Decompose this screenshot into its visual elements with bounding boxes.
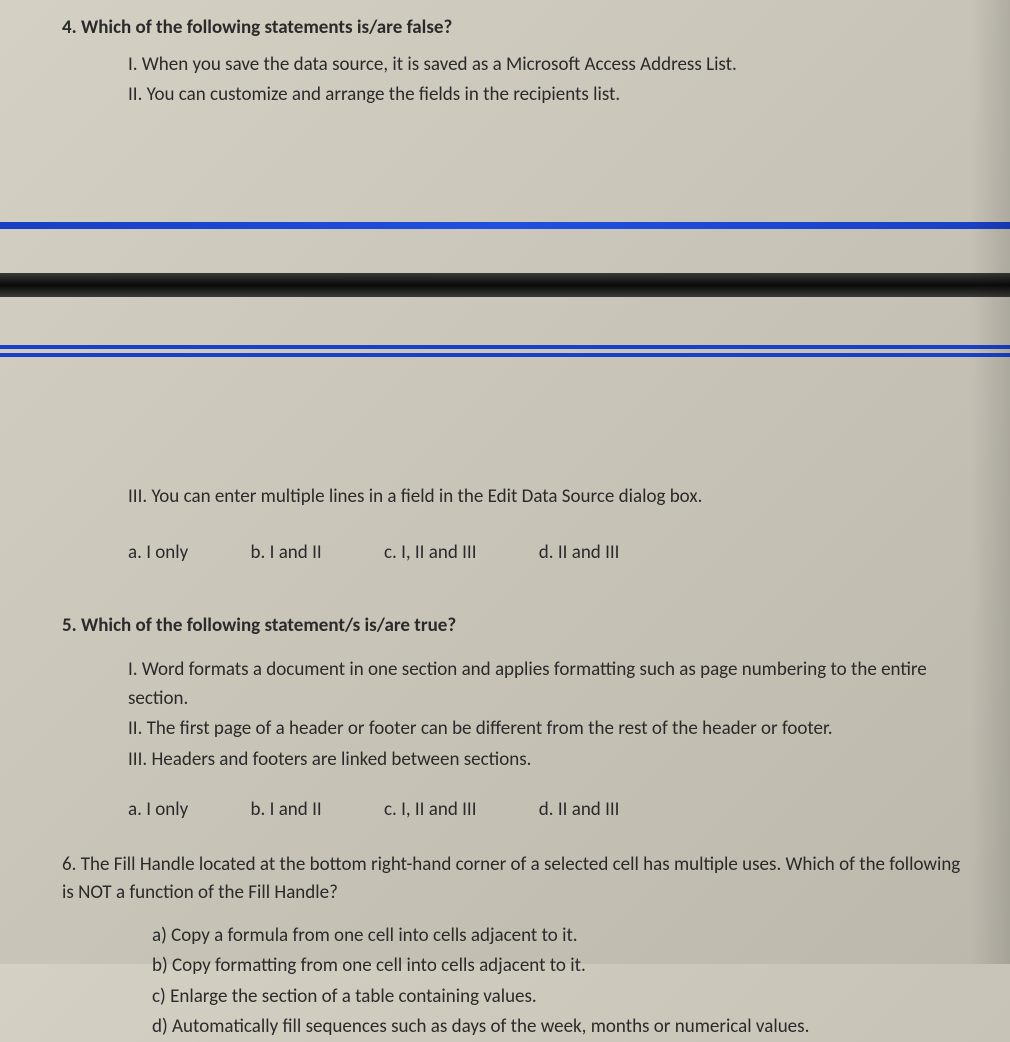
q4-statement-2: II. You can customize and arrange the fi…	[128, 81, 1010, 110]
q5-option-d[interactable]: d. II and III	[539, 796, 620, 825]
question-5-options: a. I only b. I and II c. I, II and III d…	[0, 796, 1010, 825]
q5-statement-3: III. Headers and footers are linked betw…	[128, 746, 980, 775]
divider-black	[0, 273, 1010, 297]
q5-statement-1: I. Word formats a document in one sectio…	[128, 656, 980, 713]
question-5-prompt: 5. Which of the following statement/s is…	[0, 612, 1010, 641]
q5-option-a[interactable]: a. I only	[128, 796, 188, 825]
q6-option-c[interactable]: c) Enlarge the section of a table contai…	[152, 983, 1010, 1012]
q4-statement-3: III. You can enter multiple lines in a f…	[128, 483, 1010, 512]
q5-statement-2: II. The first page of a header or footer…	[128, 715, 980, 744]
q4-option-a[interactable]: a. I only	[128, 539, 188, 568]
divider-blue-top	[0, 222, 1010, 229]
worksheet-page: 4. Which of the following statements is/…	[0, 0, 1010, 1042]
question-4-statements-top: I. When you save the data source, it is …	[0, 51, 1010, 110]
q6-option-d[interactable]: d) Automatically fill sequences such as …	[152, 1013, 1010, 1042]
q4-option-b[interactable]: b. I and II	[251, 539, 322, 568]
q5-option-b[interactable]: b. I and II	[251, 796, 322, 825]
question-6-prompt: 6. The Fill Handle located at the bottom…	[0, 851, 1010, 908]
q6-option-a[interactable]: a) Copy a formula from one cell into cel…	[152, 922, 1010, 951]
question-4-statements-bottom: III. You can enter multiple lines in a f…	[0, 483, 1010, 512]
question-4-prompt: 4. Which of the following statements is/…	[0, 14, 1010, 43]
q6-option-b[interactable]: b) Copy formatting from one cell into ce…	[152, 952, 1010, 981]
question-6-options: a) Copy a formula from one cell into cel…	[0, 922, 1010, 1042]
q4-statement-1: I. When you save the data source, it is …	[128, 51, 1010, 80]
question-5-statements: I. Word formats a document in one sectio…	[0, 656, 1010, 774]
q5-option-c[interactable]: c. I, II and III	[384, 796, 477, 825]
q4-option-d[interactable]: d. II and III	[539, 539, 620, 568]
q4-option-c[interactable]: c. I, II and III	[384, 539, 477, 568]
question-4-options: a. I only b. I and II c. I, II and III d…	[0, 539, 1010, 568]
